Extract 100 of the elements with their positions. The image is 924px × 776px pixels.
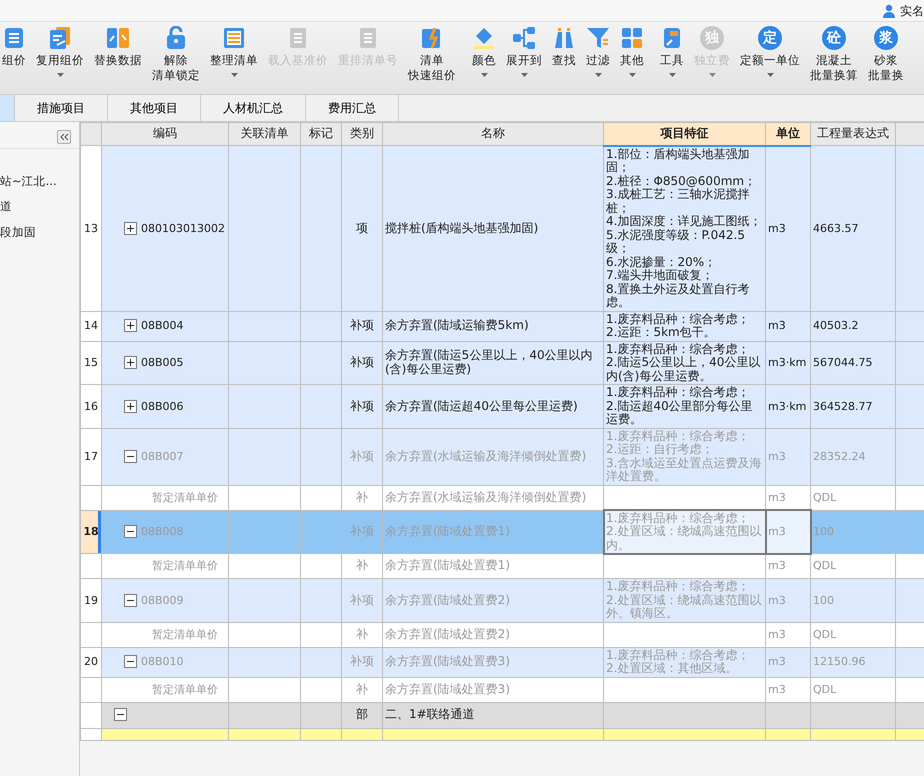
column-header[interactable]: 标记 bbox=[300, 122, 342, 146]
collapse-button[interactable] bbox=[57, 130, 71, 144]
category-cell: 补项 bbox=[342, 311, 382, 341]
row-header[interactable]: 18 bbox=[80, 510, 102, 554]
name-cell: 余方弃置(陆域运输费5km) bbox=[382, 311, 604, 341]
name-cell: 搅拌桩(盾构端头地基强加固) bbox=[382, 146, 604, 311]
category-cell: 补项 bbox=[342, 647, 382, 677]
code-text: 08B008 bbox=[141, 525, 184, 538]
unit-cell: m3·km bbox=[766, 384, 810, 428]
toolbar-button[interactable]: 砼 混凝土 批量换算 bbox=[808, 22, 860, 83]
caret-icon bbox=[594, 73, 602, 77]
toolbar-button[interactable]: 解除 清单锁定 bbox=[150, 22, 202, 83]
quantity-cell: QDL bbox=[810, 485, 896, 510]
toolbar-button[interactable]: 清单 快速组价 bbox=[406, 22, 458, 83]
column-header[interactable]: 名称 bbox=[382, 122, 604, 146]
caret-icon bbox=[480, 73, 488, 77]
code-text: 08B010 bbox=[141, 655, 184, 668]
toolbar-button[interactable]: 整理清单 bbox=[208, 22, 260, 77]
quantity-cell: QDL bbox=[810, 554, 896, 578]
unit-cell: m3 bbox=[766, 622, 810, 647]
toolbar-button[interactable]: 查找 bbox=[550, 22, 578, 68]
quantity-cell: 12150.96 bbox=[810, 647, 896, 677]
toolbar-button[interactable]: 其他 bbox=[618, 22, 646, 77]
caret-icon bbox=[766, 73, 774, 77]
feature-cell: 1.废弃料品种：综合考虑； 2.陆运超40公里部分每公里运费。 bbox=[604, 384, 766, 428]
feature-cell: 1.废弃料品种：综合考虑； 2.运距：5km包干。 bbox=[604, 311, 766, 341]
feature-cell: 1.废弃料品种：综合考虑； 2.处置区域：绕城高速范围以内。 bbox=[604, 510, 766, 554]
quantity-cell: 40503.2 bbox=[810, 311, 896, 341]
collapse-icon[interactable] bbox=[114, 708, 127, 722]
name-cell: 余方弃置(陆运5公里以上，40公里以内(含)每公里运费) bbox=[382, 341, 604, 384]
caret-icon bbox=[520, 73, 528, 77]
name-cell: 余方弃置(陆域处置费2) bbox=[382, 578, 604, 622]
expand-icon[interactable] bbox=[124, 319, 137, 332]
toolbar-button[interactable]: 过滤 bbox=[584, 22, 612, 77]
unit-cell: m3 bbox=[766, 510, 810, 554]
quantity-cell: QDL bbox=[810, 622, 896, 647]
code-text: 08B009 bbox=[141, 594, 184, 606]
tree-item[interactable]: 段加固 bbox=[0, 224, 36, 241]
expand-icon[interactable] bbox=[124, 356, 137, 370]
toolbar-button[interactable]: 定 定额一单位 bbox=[738, 22, 802, 77]
row-header[interactable]: 13 bbox=[80, 146, 102, 311]
expand-icon[interactable] bbox=[124, 222, 137, 235]
caret-icon bbox=[56, 73, 64, 77]
code-text: 暂定清单单价 bbox=[152, 559, 218, 572]
name-cell: 余方弃置(陆域处置费2) bbox=[382, 622, 604, 647]
toolbar-button[interactable]: 复用组价 bbox=[34, 22, 86, 77]
toolbar-button[interactable]: 浆 砂浆 批量换 bbox=[866, 22, 906, 83]
name-cell: 余方弃置(陆域处置费1) bbox=[382, 554, 604, 578]
collapse-icon[interactable] bbox=[124, 450, 137, 463]
tree-item[interactable]: 道 bbox=[0, 198, 12, 216]
unit-cell: m3 bbox=[766, 647, 810, 677]
caret-icon bbox=[708, 73, 716, 77]
category-cell: 补项 bbox=[342, 341, 382, 384]
unit-cell: m3 bbox=[766, 428, 810, 485]
name-cell: 余方弃置(陆域处置费1) bbox=[382, 510, 604, 554]
collapse-icon[interactable] bbox=[124, 655, 137, 668]
caret-icon bbox=[668, 73, 676, 77]
expand-icon[interactable] bbox=[124, 400, 137, 413]
name-cell: 余方弃置(陆域处置费3) bbox=[382, 677, 604, 702]
column-header[interactable]: 类别 bbox=[342, 122, 382, 146]
caret-icon bbox=[628, 73, 636, 77]
quantity-cell: 4663.57 bbox=[810, 146, 896, 311]
code-text: 08B007 bbox=[141, 450, 184, 463]
collapse-icon[interactable] bbox=[124, 594, 137, 607]
toolbar-button[interactable]: 工具 bbox=[658, 22, 686, 77]
code-text: 暂定清单单价 bbox=[152, 628, 218, 641]
user-icon bbox=[882, 4, 896, 18]
code-text: 暂定清单单价 bbox=[152, 490, 218, 504]
column-header[interactable]: 关联清单 bbox=[228, 122, 300, 146]
category-cell: 补项 bbox=[342, 510, 382, 554]
toolbar-button[interactable]: 展开到 bbox=[504, 22, 544, 77]
unit-cell: m3 bbox=[766, 677, 810, 702]
column-header[interactable]: 单位 bbox=[766, 122, 810, 146]
toolbar-button[interactable]: 颜色 bbox=[470, 22, 498, 77]
name-cell: 余方弃置(水域运输及海洋倾倒处置费) bbox=[382, 485, 604, 510]
column-header[interactable]: 工程量表达式 bbox=[810, 122, 896, 146]
category-cell: 项 bbox=[342, 146, 382, 311]
toolbar-button[interactable]: 替换数据 bbox=[92, 22, 144, 68]
column-header[interactable]: 编码 bbox=[102, 122, 228, 146]
category-cell: 补项 bbox=[342, 384, 382, 428]
row-header[interactable]: 16 bbox=[80, 384, 102, 428]
double-chevron-icon bbox=[60, 133, 68, 141]
quantity-cell: 364528.77 bbox=[810, 384, 896, 428]
row-header[interactable]: 19 bbox=[80, 578, 102, 622]
glyph-icon: 浆 bbox=[874, 26, 898, 50]
row-header[interactable]: 14 bbox=[80, 311, 102, 341]
category-cell: 补项 bbox=[342, 428, 382, 485]
quantity-cell: 100 bbox=[810, 510, 896, 554]
unit-cell: m3 bbox=[766, 578, 810, 622]
quantity-cell: 100 bbox=[810, 578, 896, 622]
collapse-icon[interactable] bbox=[124, 525, 137, 538]
column-header[interactable]: 项目特征 bbox=[604, 122, 766, 146]
user-name: 实名 bbox=[900, 2, 924, 20]
code-text: 08B006 bbox=[141, 400, 184, 412]
tree-item[interactable]: 站~江北... bbox=[0, 173, 57, 190]
row-header[interactable]: 20 bbox=[80, 647, 102, 677]
row-header[interactable]: 15 bbox=[80, 341, 102, 384]
code-text: 080103013002 bbox=[141, 222, 225, 234]
row-header[interactable]: 17 bbox=[80, 428, 102, 485]
toolbar-button[interactable]: 组价 bbox=[0, 22, 28, 68]
